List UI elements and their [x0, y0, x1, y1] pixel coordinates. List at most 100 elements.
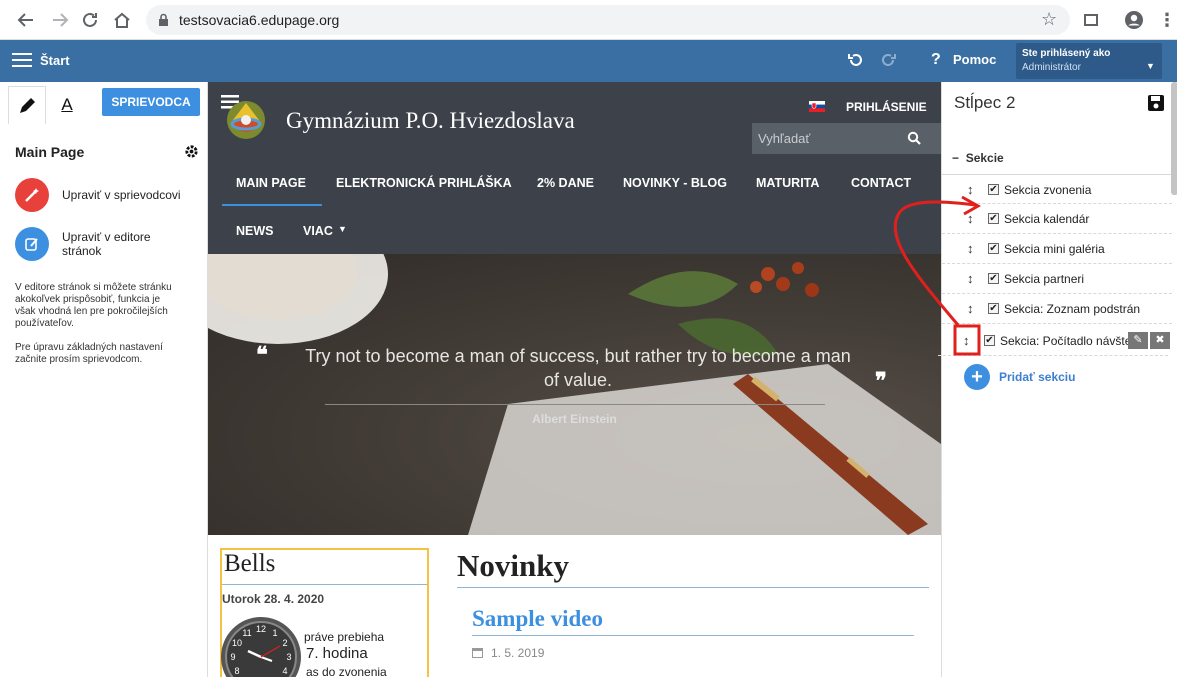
panel-scrollbar[interactable]	[1171, 82, 1177, 195]
clock-number: 10	[232, 638, 242, 648]
start-link[interactable]: Štart	[40, 53, 70, 68]
delete-section-icon[interactable]: ✖	[1150, 332, 1170, 349]
bells-title: Bells	[224, 550, 276, 577]
school-logo-icon[interactable]	[222, 96, 270, 144]
site-main-menu: MAIN PAGE ELEKTRONICKÁ PRIHLÁŠKA 2% DANE…	[208, 160, 941, 238]
quote-open-icon: ❝	[256, 342, 268, 367]
bells-divider	[222, 584, 427, 585]
guide-button[interactable]: SPRIEVODCA	[102, 88, 200, 116]
section-row-dragging[interactable]: ↕ ✔ Sekcia: Počítadlo návštev ✎ ✖	[938, 326, 1170, 356]
section-label: Sekcia partneri	[1004, 272, 1085, 286]
edit-page-icon[interactable]	[15, 227, 49, 261]
edit-in-editor-link-2[interactable]: stránok	[62, 244, 101, 258]
quote-author: Albert Einstein	[532, 412, 617, 426]
edit-in-guide-link[interactable]: Upraviť v sprievodcovi	[62, 188, 181, 202]
login-link[interactable]: PRIHLÁSENIE	[846, 100, 927, 114]
section-checkbox[interactable]: ✔	[988, 243, 999, 254]
section-row[interactable]: ↕ ✔ Sekcia mini galéria	[942, 234, 1172, 264]
section-checkbox[interactable]: ✔	[988, 273, 999, 284]
section-row[interactable]: ↕ ✔ Sekcia: Zoznam podstrán	[942, 294, 1172, 324]
flag-sk-icon[interactable]	[809, 101, 825, 112]
reload-icon[interactable]	[78, 8, 102, 32]
profile-icon[interactable]	[1122, 8, 1146, 32]
menu-viac-caret-icon: ▼	[338, 224, 347, 234]
section-label: Sekcia zvonenia	[1004, 183, 1092, 197]
section-checkbox[interactable]: ✔	[988, 303, 999, 314]
redo-icon[interactable]	[881, 52, 897, 68]
active-menu-indicator	[222, 204, 322, 206]
info-text-line: akokoľvek prispôsobiť, funkcia je	[15, 294, 161, 305]
section-checkbox[interactable]: ✔	[984, 335, 995, 346]
website-preview: Gymnázium P.O. Hviezdoslava PRIHLÁSENIE …	[208, 82, 941, 677]
bells-section[interactable]: Bells Utorok 28. 4. 2020 12 1 2 3 4 5 6 …	[220, 548, 429, 677]
clock-number: 4	[282, 666, 287, 676]
bells-now: práve prebieha	[304, 630, 385, 644]
help-icon[interactable]: ?	[931, 51, 941, 69]
section-row[interactable]: ↕ ✔ Sekcia kalendár	[942, 204, 1172, 234]
sections-label: Sekcie	[965, 151, 1004, 165]
hamburger-icon[interactable]	[12, 52, 32, 68]
menu-prihlaska[interactable]: ELEKTRONICKÁ PRIHLÁŠKA	[336, 176, 512, 190]
section-checkbox[interactable]: ✔	[988, 184, 999, 195]
search-icon[interactable]	[907, 131, 921, 145]
url-text: testsovacia6.edupage.org	[179, 12, 340, 28]
site-search-input[interactable]: Vyhľadať	[752, 123, 941, 154]
video-post-title[interactable]: Sample video	[472, 606, 603, 632]
drag-handle-icon[interactable]: ↕	[967, 211, 974, 226]
menu-dane[interactable]: 2% DANE	[537, 176, 594, 190]
section-row[interactable]: ↕ ✔ Sekcia partneri	[942, 264, 1172, 294]
menu-contact[interactable]: CONTACT	[851, 176, 911, 190]
gear-icon[interactable]	[184, 144, 199, 159]
menu-maturita[interactable]: MATURITA	[756, 176, 819, 190]
browser-chrome: testsovacia6.edupage.org ☆ ⋮	[0, 0, 1177, 40]
video-divider	[472, 635, 914, 636]
clock-number: 3	[286, 652, 291, 662]
quote-close-icon: ❞	[875, 368, 887, 393]
info-text-line: V editore stránok si môžete stránku	[15, 282, 172, 293]
section-label: Sekcia mini galéria	[1004, 242, 1105, 256]
drag-handle-icon[interactable]: ↕	[967, 182, 974, 197]
drag-handle-icon[interactable]: ↕	[967, 271, 974, 286]
forward-icon[interactable]	[48, 8, 72, 32]
school-name[interactable]: Gymnázium P.O. Hviezdoslava	[286, 108, 575, 134]
menu-viac[interactable]: VIAC	[303, 224, 333, 238]
pencil-icon	[20, 97, 35, 113]
section-row[interactable]: ↕ ✔ Sekcia zvonenia	[942, 174, 1172, 204]
calendar-icon	[472, 648, 483, 658]
left-editor-panel: A SPRIEVODCA Main Page Upraviť v sprievo…	[0, 82, 208, 677]
drag-handle-icon[interactable]: ↕	[967, 301, 974, 316]
menu-news[interactable]: NEWS	[236, 224, 274, 238]
user-dropdown[interactable]: Ste prihlásený ako Administrátor ▼	[1016, 43, 1162, 79]
page-title: Main Page	[15, 144, 85, 160]
section-checkbox[interactable]: ✔	[988, 213, 999, 224]
bells-hour: 7. hodina	[306, 645, 368, 662]
admin-topbar: Štart ? Pomoc Ste prihlásený ako Adminis…	[0, 40, 1177, 82]
drag-handle-icon[interactable]: ↕	[967, 241, 974, 256]
tab-edit[interactable]	[8, 86, 46, 124]
lock-icon	[159, 13, 168, 26]
edit-section-icon[interactable]: ✎	[1128, 332, 1148, 349]
caret-down-icon: ▼	[1146, 61, 1155, 71]
sections-header[interactable]: − Sekcie	[952, 151, 1004, 165]
edit-in-editor-link-1[interactable]: Upraviť v editore	[62, 230, 151, 244]
quote-line-2: of value.	[543, 370, 613, 390]
menu-novinky-blog[interactable]: NOVINKY - BLOG	[623, 176, 727, 190]
save-icon[interactable]	[1147, 94, 1165, 112]
back-icon[interactable]	[14, 8, 38, 32]
undo-icon[interactable]	[847, 52, 863, 68]
tab-typography[interactable]: A	[52, 86, 82, 124]
address-bar[interactable]: testsovacia6.edupage.org ☆	[146, 5, 1070, 35]
bookmark-star-icon[interactable]: ☆	[1041, 9, 1057, 30]
menu-main-page[interactable]: MAIN PAGE	[236, 176, 306, 190]
search-placeholder: Vyhľadať	[758, 131, 811, 146]
home-icon[interactable]	[110, 8, 134, 32]
magic-wand-icon[interactable]	[15, 178, 49, 212]
bells-date: Utorok 28. 4. 2020	[222, 592, 325, 606]
screen-capture-icon[interactable]	[1079, 8, 1103, 32]
quote-line-1: Try not to become a man of success, but …	[305, 346, 851, 366]
drag-handle-icon[interactable]: ↕	[963, 333, 970, 348]
menu-kebab-icon[interactable]: ⋮	[1155, 8, 1177, 32]
column-title: Stĺpec 2	[954, 93, 1016, 112]
clock-number: 9	[230, 652, 235, 662]
help-link[interactable]: Pomoc	[953, 52, 996, 67]
